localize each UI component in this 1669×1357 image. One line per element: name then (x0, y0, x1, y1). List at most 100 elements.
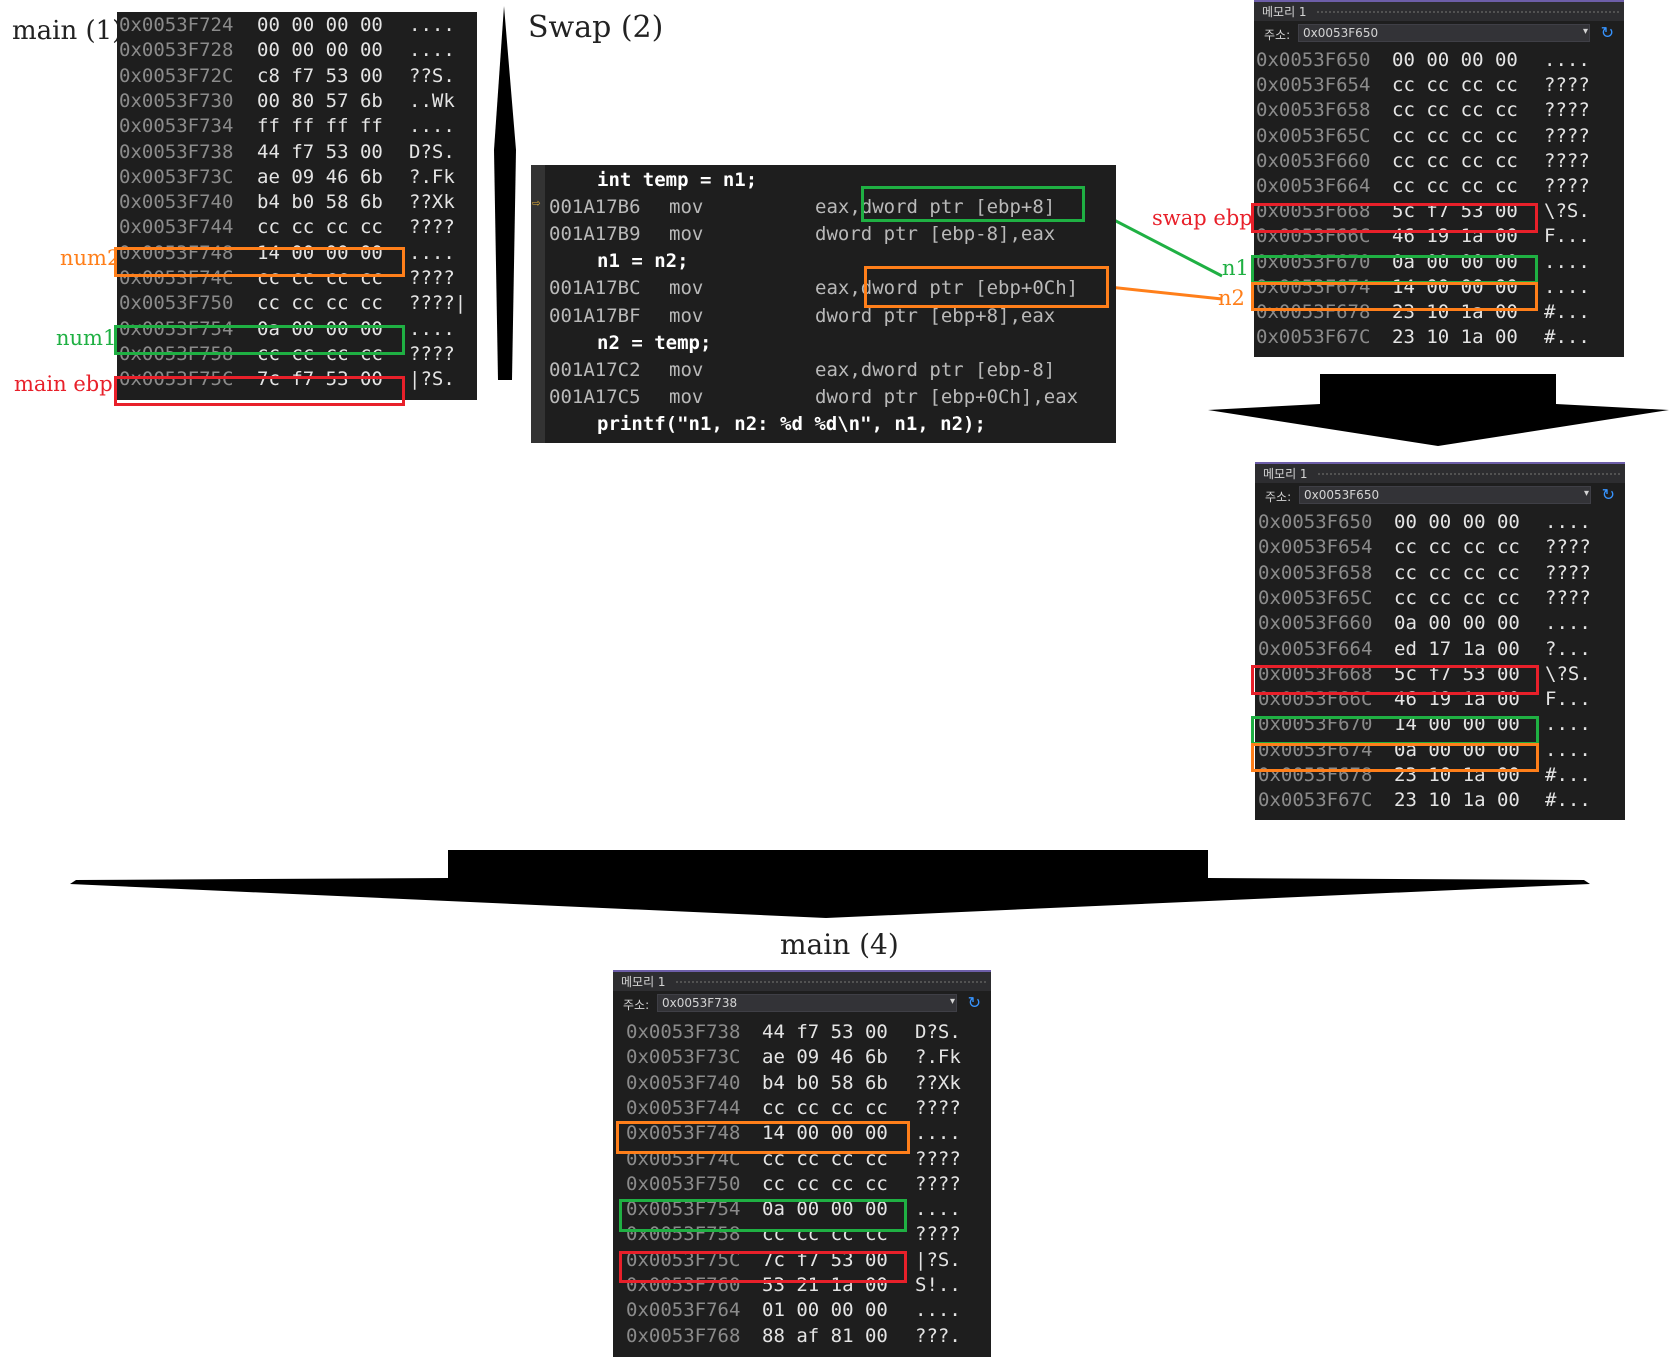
memory-window-titlebar[interactable]: 메모리 1 (1254, 0, 1624, 21)
memory-hex: b4 b0 58 6b (762, 1071, 888, 1094)
memory-chars: ???? (915, 1223, 961, 1246)
memory-address: 0x0053F654 (1258, 536, 1373, 559)
memory-chars: ??Xk (409, 191, 455, 214)
refresh-icon[interactable]: ↻ (1602, 485, 1615, 504)
memory-row[interactable]: 0x0053F658 cc cc cc cc???? (1254, 97, 1624, 123)
memory-row[interactable]: 0x0053F65C cc cc cc cc???? (1254, 123, 1624, 149)
memory-address: 0x0053F740 (119, 191, 234, 214)
memory-row[interactable]: 0x0053F658 cc cc cc cc???? (1255, 560, 1625, 586)
instruction-address[interactable]: 001A17BF (549, 303, 641, 329)
memory-row[interactable]: 0x0053F750 cc cc cc cc ????| (117, 290, 477, 316)
memory-chars: ???? (409, 216, 455, 239)
address-input[interactable]: 0x0053F650 (1298, 24, 1590, 42)
memory-row[interactable]: 0x0053F740 b4 b0 58 6b ??Xk (117, 189, 477, 215)
memory-address: 0x0053F728 (119, 39, 234, 62)
address-input[interactable]: 0x0053F650 (1299, 486, 1591, 504)
memory-row[interactable]: 0x0053F764 01 00 00 00.... (613, 1297, 991, 1323)
memory-row[interactable]: 0x0053F67C 23 10 1a 00 #... (1254, 324, 1624, 350)
memory-row[interactable]: 0x0053F664 cc cc cc cc???? (1254, 173, 1624, 199)
memory-chars: ?... (1545, 637, 1591, 660)
highlight-n2-before (1251, 282, 1538, 311)
memory-address: 0x0053F740 (626, 1071, 741, 1094)
memory-chars: .... (915, 1122, 961, 1145)
memory-row[interactable]: 0x0053F744 cc cc cc cc???? (117, 214, 477, 240)
memory-row[interactable]: 0x0053F73C ae 09 46 6b ?.Fk (117, 164, 477, 190)
tag-num1: num1 (56, 326, 117, 350)
memory-row[interactable]: 0x0053F750 cc cc cc cc???? (613, 1171, 991, 1197)
memory-row[interactable]: 0x0053F740 b4 b0 58 6b ??Xk (613, 1070, 991, 1096)
memory-row[interactable]: 0x0053F660 cc cc cc cc???? (1254, 148, 1624, 174)
memory-chars: .... (1544, 49, 1590, 71)
caption-main4: main (4) (780, 928, 899, 961)
highlight-num1 (114, 325, 405, 355)
source-line[interactable]: printf("n1, n2: %d %d\n", n1, n2); (597, 411, 986, 437)
memory-row[interactable]: 0x0053F650 00 00 00 00.... (1255, 509, 1625, 535)
memory-row[interactable]: 0x0053F654 cc cc cc cc???? (1254, 72, 1624, 98)
memory-chars: ????| (409, 292, 467, 315)
memory-row[interactable]: 0x0053F744 cc cc cc cc???? (613, 1095, 991, 1121)
memory-hex: b4 b0 58 6b (257, 191, 383, 214)
highlight-n1-after (1251, 716, 1539, 745)
memory-chars: ???? (915, 1096, 961, 1119)
memory-address: 0x0053F724 (119, 14, 234, 36)
highlight-num2 (114, 247, 405, 277)
memory-chars: D?S. (915, 1021, 961, 1043)
memory-address: 0x0053F73C (626, 1046, 741, 1069)
highlight-main-ebp (114, 376, 405, 406)
memory-row[interactable]: 0x0053F730 00 80 57 6b ..Wk (117, 88, 477, 114)
chevron-down-icon[interactable]: ▾ (1584, 488, 1589, 499)
source-line[interactable]: int temp = n1; (597, 167, 757, 193)
memory-row[interactable]: 0x0053F65C cc cc cc cc???? (1255, 585, 1625, 611)
instruction-opcode: mov (669, 196, 704, 219)
memory-chars: ?.Fk (409, 165, 455, 188)
memory-address: 0x0053F768 (626, 1324, 741, 1347)
memory-address: 0x0053F660 (1256, 149, 1371, 172)
instruction-address[interactable]: 001A17B6 (549, 194, 641, 220)
separator-bar (494, 6, 516, 380)
memory-address: 0x0053F73C (119, 165, 234, 188)
memory-row[interactable]: 0x0053F728 00 00 00 00.... (117, 37, 477, 63)
instruction-address[interactable]: 001A17BC (549, 275, 641, 301)
memory-address: 0x0053F660 (1258, 612, 1373, 635)
address-bar: 주소: 0x0053F738 ▾ ↻ (613, 991, 991, 1017)
tag-num2: num2 (60, 246, 121, 270)
address-input[interactable]: 0x0053F738 (657, 994, 957, 1012)
memory-row[interactable]: 0x0053F660 0a 00 00 00.... (1255, 610, 1625, 636)
memory-chars: .... (409, 317, 455, 340)
refresh-icon[interactable]: ↻ (1601, 23, 1614, 42)
instruction-address[interactable]: 001A17B9 (549, 221, 641, 247)
memory-row[interactable]: 0x0053F650 00 00 00 00.... (1254, 47, 1624, 73)
memory-address: 0x0053F730 (119, 89, 234, 112)
memory-row[interactable]: 0x0053F738 44 f7 53 00 D?S. (613, 1019, 991, 1045)
memory-address: 0x0053F750 (119, 292, 234, 315)
instruction-address[interactable]: 001A17C2 (549, 357, 641, 383)
source-line[interactable]: n1 = n2; (597, 248, 689, 274)
chevron-down-icon[interactable]: ▾ (950, 996, 955, 1007)
instruction-opcode: mov (669, 277, 704, 300)
source-line[interactable]: n2 = temp; (597, 330, 711, 356)
memory-hex: 44 f7 53 00 (762, 1021, 888, 1043)
refresh-icon[interactable]: ↻ (968, 993, 981, 1012)
memory-hex: cc cc cc cc (762, 1172, 888, 1195)
memory-row[interactable]: 0x0053F73C ae 09 46 6b ?.Fk (613, 1044, 991, 1070)
memory-row[interactable]: 0x0053F724 00 00 00 00.... (117, 12, 477, 38)
memory-window-titlebar[interactable]: 메모리 1 (613, 970, 991, 991)
memory-hex: cc cc cc cc (257, 216, 383, 239)
memory-row[interactable]: 0x0053F734 ff ff ff ff.... (117, 113, 477, 139)
memory-row[interactable]: 0x0053F654 cc cc cc cc???? (1255, 534, 1625, 560)
memory-row[interactable]: 0x0053F72C c8 f7 53 00 ??S. (117, 63, 477, 89)
memory-window-titlebar[interactable]: 메모리 1 (1255, 462, 1625, 483)
memory-chars: ???? (409, 342, 455, 365)
instruction-address[interactable]: 001A17C5 (549, 384, 641, 410)
memory-row[interactable]: 0x0053F664 ed 17 1a 00?... (1255, 636, 1625, 662)
memory-hex: cc cc cc cc (1394, 586, 1520, 609)
chevron-down-icon[interactable]: ▾ (1583, 26, 1588, 37)
memory-chars: S!.. (915, 1274, 961, 1296)
instruction-operands: dword ptr [ebp+0Ch],eax (815, 385, 1079, 408)
memory-hex: c8 f7 53 00 (257, 64, 383, 87)
memory-row[interactable]: 0x0053F67C 23 10 1a 00 #... (1255, 787, 1625, 813)
memory-row[interactable]: 0x0053F768 88 af 81 00???. (613, 1323, 991, 1349)
tag-swap-ebp: swap ebp (1152, 206, 1253, 230)
memory-row[interactable]: 0x0053F738 44 f7 53 00 D?S. (117, 139, 477, 165)
memory-hex: 00 00 00 00 (257, 39, 383, 62)
